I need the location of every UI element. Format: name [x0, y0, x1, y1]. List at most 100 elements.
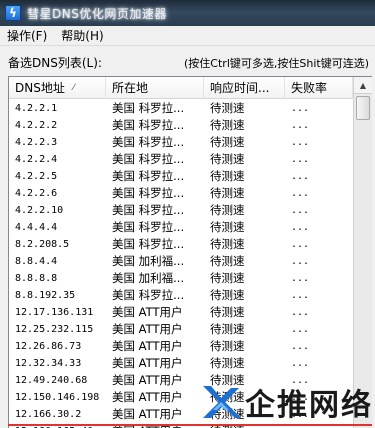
cell-response-time: 待测速 [210, 101, 245, 115]
sort-indicator-icon: ⁄ [73, 83, 75, 93]
cell-fail-rate: ... [291, 290, 310, 301]
table-row[interactable]: 12.25.232.115 美国 ATT用户 待测速... [9, 321, 353, 338]
cell-location: 美国 科罗拉... [112, 118, 185, 132]
cell-fail-rate: ... [291, 256, 310, 267]
cell-response-time: 待测速 [210, 169, 245, 183]
cell-response-time: 待测速 [210, 339, 245, 353]
watermark-logo-icon [203, 386, 241, 418]
scroll-up-arrow-icon[interactable]: ▲ [354, 77, 372, 94]
table-row[interactable]: 4.2.2.2 美国 科罗拉... 待测速... [9, 117, 353, 134]
app-icon: ϟ [5, 5, 21, 21]
cell-response-time: 待测速 [210, 118, 245, 132]
cell-dns-address: 8.2.208.5 [15, 239, 70, 250]
column-response-time[interactable]: 响应时间... [204, 77, 285, 99]
cell-location: 美国 加利福... [112, 271, 185, 285]
table-row[interactable]: 4.2.2.1 美国 科罗拉... 待测速... [9, 100, 353, 117]
list-rows: 4.2.2.1 美国 科罗拉... 待测速... 4.2.2.2 美国 科罗拉... 待测… [9, 100, 353, 428]
cell-fail-rate: ... [291, 358, 310, 369]
cell-fail-rate: ... [291, 137, 310, 148]
cell-location: 美国 科罗拉... [112, 135, 185, 149]
cell-location: 美国 科罗拉... [112, 237, 185, 251]
cell-dns-address: 8.8.192.35 [15, 290, 76, 301]
cell-response-time: 待测速 [210, 203, 245, 217]
title-bar[interactable]: ϟ 彗星DNS优化网页加速器 [0, 0, 375, 26]
column-fail-rate[interactable]: 失败率 [285, 77, 353, 99]
table-row[interactable]: 4.2.2.3 美国 科罗拉... 待测速... [9, 134, 353, 151]
selection-hint: (按住Ctrl键可多选,按住Shit键可连选) [184, 57, 369, 70]
cell-dns-address: 12.25.232.115 [15, 324, 94, 335]
scroll-thumb[interactable] [356, 96, 370, 120]
table-row[interactable]: 4.4.4.4 美国 科罗拉... 待测速... [9, 219, 353, 236]
cell-dns-address: 12.26.86.73 [15, 341, 82, 352]
cell-fail-rate: ... [291, 341, 310, 352]
table-row[interactable]: 4.2.2.4 美国 科罗拉... 待测速... [9, 151, 353, 168]
table-row[interactable]: 4.2.2.10 美国 科罗拉... 待测速... [9, 202, 353, 219]
cell-location: 美国 科罗拉... [112, 203, 185, 217]
cell-dns-address: 12.49.240.68 [15, 375, 88, 386]
dns-list-label: 备选DNS列表(L): [8, 56, 102, 70]
cell-dns-address: 12.166.30.2 [15, 409, 82, 420]
cell-dns-address: 4.2.2.4 [15, 154, 58, 165]
cell-location: 美国 科罗拉... [112, 220, 185, 234]
cell-dns-address: 4.2.2.6 [15, 188, 58, 199]
table-row[interactable]: 8.8.4.4 美国 加利福... 待测速... [9, 253, 353, 270]
cell-response-time: 待测速 [210, 288, 245, 302]
menu-bar: 操作(F) 帮助(H) [0, 26, 375, 46]
table-row[interactable]: 4.2.2.5 美国 科罗拉... 待测速... [9, 168, 353, 185]
red-divider [8, 424, 372, 426]
cell-response-time: 待测速 [210, 254, 245, 268]
cell-fail-rate: ... [291, 222, 310, 233]
cell-fail-rate: ... [291, 154, 310, 165]
cell-response-time: 待测速 [210, 322, 245, 336]
cell-dns-address: 4.2.2.5 [15, 171, 58, 182]
column-dns-address[interactable]: DNS地址 ⁄ [9, 77, 106, 99]
cell-response-time: 待测速 [210, 220, 245, 234]
table-row[interactable]: 8.8.8.8 美国 加利福... 待测速... [9, 270, 353, 287]
cell-response-time: 待测速 [210, 186, 245, 200]
column-location[interactable]: 所在地 [106, 77, 204, 99]
cell-fail-rate: ... [291, 171, 310, 182]
list-header: DNS地址 ⁄ 所在地 响应时间... 失败率 [9, 77, 353, 99]
cell-dns-address: 4.2.2.3 [15, 137, 58, 148]
menu-help[interactable]: 帮助(H) [54, 27, 110, 44]
dns-list[interactable]: DNS地址 ⁄ 所在地 响应时间... 失败率 4.2.2.1 美国 科罗拉...… [8, 76, 372, 428]
table-row[interactable]: 12.26.86.73 美国 ATT用户 待测速... [9, 338, 353, 355]
cell-location: 美国 科罗拉... [112, 288, 185, 302]
cell-dns-address: 8.8.8.8 [15, 273, 58, 284]
cell-response-time: 待测速 [210, 271, 245, 285]
cell-dns-address: 12.32.34.33 [15, 358, 82, 369]
cell-location: 美国 科罗拉... [112, 101, 185, 115]
vertical-scrollbar[interactable]: ▲ [353, 77, 372, 428]
cell-dns-address: 4.4.4.4 [15, 222, 58, 233]
main-panel: 备选DNS列表(L): (按住Ctrl键可多选,按住Shit键可连选) DNS地… [0, 46, 375, 428]
cell-dns-address: 12.150.146.198 [15, 392, 100, 403]
table-row[interactable]: 8.2.208.5 美国 科罗拉... 待测速... [9, 236, 353, 253]
cell-fail-rate: ... [291, 103, 310, 114]
cell-dns-address: 4.2.2.10 [15, 205, 64, 216]
cell-response-time: 待测速 [210, 356, 245, 370]
cell-location: 美国 ATT用户 [112, 305, 183, 319]
cell-dns-address: 4.2.2.2 [15, 120, 58, 131]
cell-location: 美国 ATT用户 [112, 322, 183, 336]
cell-fail-rate: ... [291, 205, 310, 216]
cell-dns-address: 8.8.4.4 [15, 256, 58, 267]
cell-location: 美国 科罗拉... [112, 186, 185, 200]
watermark-text: 企推网络 [245, 388, 373, 423]
cell-location: 美国 科罗拉... [112, 152, 185, 166]
cell-response-time: 待测速 [210, 135, 245, 149]
table-row[interactable]: 4.2.2.6 美国 科罗拉... 待测速... [9, 185, 353, 202]
window-title: 彗星DNS优化网页加速器 [27, 6, 167, 21]
table-row[interactable]: 8.8.192.35 美国 科罗拉... 待测速... [9, 287, 353, 304]
cell-fail-rate: ... [291, 324, 310, 335]
table-row[interactable]: 12.32.34.33 美国 ATT用户 待测速... [9, 355, 353, 372]
cell-location: 美国 科罗拉... [112, 169, 185, 183]
cell-location: 美国 ATT用户 [112, 390, 183, 404]
table-row[interactable]: 12.17.136.131 美国 ATT用户 待测速... [9, 304, 353, 321]
watermark: 企推网络 [199, 380, 373, 424]
cell-response-time: 待测速 [210, 152, 245, 166]
cell-dns-address: 4.2.2.1 [15, 103, 58, 114]
cell-fail-rate: ... [291, 307, 310, 318]
cell-location: 美国 ATT用户 [112, 356, 183, 370]
cell-location: 美国 加利福... [112, 254, 185, 268]
menu-operation[interactable]: 操作(F) [0, 27, 54, 44]
